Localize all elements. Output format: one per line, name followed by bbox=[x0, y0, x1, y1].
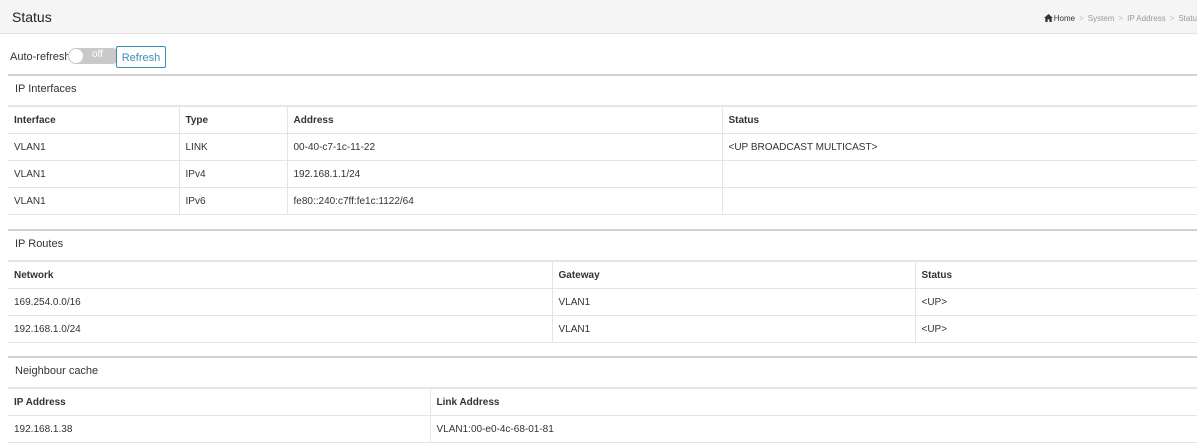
table-header-row: Network Gateway Status bbox=[8, 261, 1197, 289]
home-icon bbox=[1043, 14, 1053, 22]
ip-routes-table: Network Gateway Status 169.254.0.0/16 VL… bbox=[8, 261, 1197, 343]
table-cell: VLAN1 bbox=[551, 315, 916, 343]
table-row: VLAN1 LINK 00-40-c7-1c-11-22 <UP BROADCA… bbox=[8, 133, 1197, 161]
ip-interfaces-panel: IP Interfaces Interface Type Address Sta… bbox=[8, 74, 1197, 215]
neighbour-cache-table: IP Address Link Address 192.168.1.38 VLA… bbox=[8, 388, 1197, 443]
table-row: 192.168.1.38 VLAN1:00-e0-4c-68-01-81 bbox=[8, 415, 1197, 443]
table-cell: 192.168.1.1/24 bbox=[286, 160, 723, 188]
table-cell bbox=[721, 187, 1197, 215]
column-header: Gateway bbox=[551, 261, 916, 289]
ip-routes-title: IP Routes bbox=[8, 231, 1197, 261]
breadcrumb-ip-address[interactable]: IP Address bbox=[1127, 14, 1166, 23]
toolbar: Auto-refresh off Refresh bbox=[10, 46, 410, 68]
breadcrumb: Home > System > IP Address > Statu bbox=[1043, 14, 1197, 23]
table-cell: VLAN1 bbox=[8, 160, 180, 188]
table-header-row: IP Address Link Address bbox=[8, 388, 1197, 416]
table-cell: IPv4 bbox=[178, 160, 288, 188]
table-cell bbox=[721, 160, 1197, 188]
ip-interfaces-title: IP Interfaces bbox=[8, 76, 1197, 106]
neighbour-cache-title: Neighbour cache bbox=[8, 358, 1197, 388]
column-header: Interface bbox=[8, 106, 180, 134]
table-row: VLAN1 IPv4 192.168.1.1/24 bbox=[8, 160, 1197, 188]
page-header: Status Home > System > IP Address > Statu bbox=[0, 0, 1197, 34]
table-cell: fe80::240:c7ff:fe1c:1122/64 bbox=[286, 187, 723, 215]
column-header: Address bbox=[286, 106, 723, 134]
table-cell: 169.254.0.0/16 bbox=[8, 288, 553, 316]
table-row: 169.254.0.0/16 VLAN1 <UP> bbox=[8, 288, 1197, 316]
table-cell: IPv6 bbox=[178, 187, 288, 215]
page-title: Status bbox=[12, 9, 52, 25]
breadcrumb-home[interactable]: Home bbox=[1054, 14, 1075, 23]
column-header: IP Address bbox=[8, 388, 431, 416]
table-row: VLAN1 IPv6 fe80::240:c7ff:fe1c:1122/64 bbox=[8, 187, 1197, 215]
refresh-button[interactable]: Refresh bbox=[116, 46, 166, 68]
table-header-row: Interface Type Address Status bbox=[8, 106, 1197, 134]
table-cell: <UP> bbox=[914, 315, 1197, 343]
table-cell: 00-40-c7-1c-11-22 bbox=[286, 133, 723, 161]
toggle-state-text: off bbox=[92, 49, 103, 60]
table-cell: 192.168.1.0/24 bbox=[8, 315, 553, 343]
table-cell: LINK bbox=[178, 133, 288, 161]
table-row: 192.168.1.0/24 VLAN1 <UP> bbox=[8, 315, 1197, 343]
table-cell: VLAN1 bbox=[8, 133, 180, 161]
column-header: Status bbox=[914, 261, 1197, 289]
column-header: Network bbox=[8, 261, 553, 289]
table-cell: VLAN1 bbox=[551, 288, 916, 316]
breadcrumb-system[interactable]: System bbox=[1088, 14, 1115, 23]
table-cell: 192.168.1.38 bbox=[8, 415, 431, 443]
ip-interfaces-table: Interface Type Address Status VLAN1 LINK… bbox=[8, 106, 1197, 215]
table-cell: VLAN1:00-e0-4c-68-01-81 bbox=[429, 415, 1197, 443]
breadcrumb-status: Statu bbox=[1178, 14, 1197, 23]
column-header: Status bbox=[721, 106, 1197, 134]
column-header: Type bbox=[178, 106, 288, 134]
toggle-knob bbox=[69, 49, 83, 63]
table-cell: <UP BROADCAST MULTICAST> bbox=[721, 133, 1197, 161]
table-cell: VLAN1 bbox=[8, 187, 180, 215]
auto-refresh-toggle[interactable]: off bbox=[68, 48, 120, 64]
table-cell: <UP> bbox=[914, 288, 1197, 316]
auto-refresh-label: Auto-refresh bbox=[10, 51, 71, 63]
ip-routes-panel: IP Routes Network Gateway Status 169.254… bbox=[8, 229, 1197, 343]
neighbour-cache-panel: Neighbour cache IP Address Link Address … bbox=[8, 356, 1197, 443]
column-header: Link Address bbox=[429, 388, 1197, 416]
